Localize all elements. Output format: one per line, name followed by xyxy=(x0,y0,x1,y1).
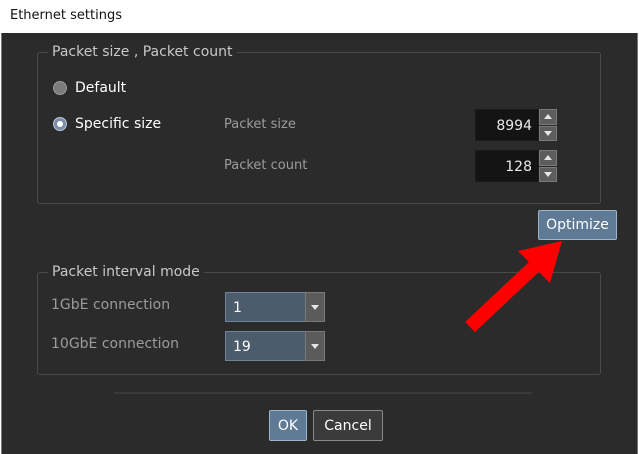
ok-button[interactable]: OK xyxy=(269,410,307,441)
dialog-body: Packet size , Packet count Default Speci… xyxy=(1,33,638,454)
packet-count-increment-button[interactable] xyxy=(539,150,557,166)
chevron-down-icon xyxy=(311,343,319,349)
packet-size-decrement-button[interactable] xyxy=(539,125,557,141)
triangle-down-icon xyxy=(544,171,552,177)
triangle-down-icon xyxy=(544,130,552,136)
window-title: Ethernet settings xyxy=(10,8,122,23)
ten-gbe-combobox[interactable]: 19 xyxy=(225,331,325,361)
packet-count-label: Packet count xyxy=(224,158,308,173)
packet-count-decrement-button[interactable] xyxy=(539,166,557,182)
packet-size-increment-button[interactable] xyxy=(539,109,557,125)
chevron-down-icon xyxy=(311,304,319,310)
packet-settings-group: Packet size , Packet count Default Speci… xyxy=(37,44,601,204)
one-gbe-label: 1GbE connection xyxy=(51,297,171,313)
title-bar: Ethernet settings xyxy=(0,0,639,33)
packet-settings-group-title: Packet size , Packet count xyxy=(48,44,237,60)
default-radio-indicator xyxy=(53,81,67,95)
default-radio[interactable]: Default xyxy=(53,80,126,96)
packet-interval-group-title: Packet interval mode xyxy=(48,264,204,280)
packet-count-spinbox: 128 xyxy=(475,150,557,182)
one-gbe-combobox[interactable]: 1 xyxy=(225,292,325,322)
optimize-button[interactable]: Optimize xyxy=(538,210,617,240)
packet-size-spinbox: 8994 xyxy=(475,109,557,141)
packet-count-value[interactable]: 128 xyxy=(475,150,539,182)
packet-size-spin-buttons xyxy=(539,109,557,141)
triangle-up-icon xyxy=(544,155,552,161)
footer-separator xyxy=(114,392,532,394)
packet-size-value[interactable]: 8994 xyxy=(475,109,539,141)
specific-size-radio-label: Specific size xyxy=(75,116,162,132)
ethernet-settings-dialog: Ethernet settings Packet size , Packet c… xyxy=(0,0,639,454)
packet-interval-group: Packet interval mode 1GbE connection 1 1… xyxy=(37,264,601,375)
ten-gbe-dropdown-button[interactable] xyxy=(305,331,325,361)
packet-size-label: Packet size xyxy=(224,117,296,132)
ten-gbe-value: 19 xyxy=(225,331,305,361)
specific-size-radio-indicator xyxy=(53,117,67,131)
triangle-up-icon xyxy=(544,114,552,120)
one-gbe-value: 1 xyxy=(225,292,305,322)
specific-size-radio[interactable]: Specific size xyxy=(53,116,161,132)
cancel-button[interactable]: Cancel xyxy=(313,410,383,441)
ten-gbe-label: 10GbE connection xyxy=(51,336,179,352)
default-radio-label: Default xyxy=(75,80,127,96)
packet-count-spin-buttons xyxy=(539,150,557,182)
one-gbe-dropdown-button[interactable] xyxy=(305,292,325,322)
